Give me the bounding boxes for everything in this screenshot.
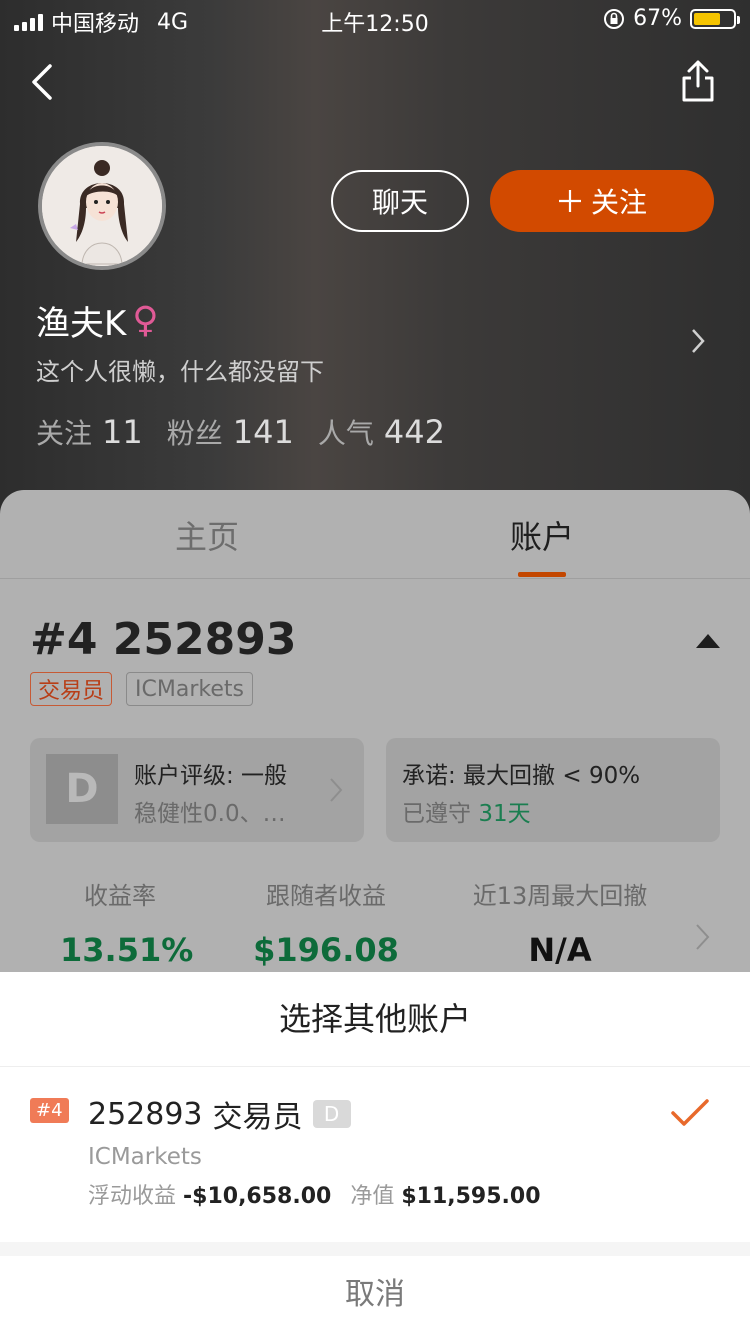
avatar[interactable] xyxy=(38,142,166,270)
rating-detail: 稳健性0.0、… xyxy=(134,801,286,827)
chat-button[interactable]: 聊天 xyxy=(331,170,469,232)
account-title: #4 252893 xyxy=(30,614,297,665)
rotation-lock-icon xyxy=(604,8,625,29)
rank-badge: #4 xyxy=(30,1098,69,1123)
popularity-count: 442 xyxy=(383,413,445,451)
checkmark-icon xyxy=(671,1099,709,1126)
account-number: 252893 xyxy=(88,1096,203,1132)
plus-icon xyxy=(558,190,581,212)
account-picker-sheet: 选择其他账户 #4 252893 交易员 D ICMarkets 浮动收益 -$… xyxy=(0,972,750,1334)
popularity-label: 人气 xyxy=(317,417,374,450)
promise-card[interactable]: 承诺: 最大回撤 < 90% 已遵守 31天 xyxy=(386,738,720,842)
metric-label: 跟随者收益 xyxy=(266,882,386,910)
fans-label: 粉丝 xyxy=(166,417,223,450)
user-bio: 这个人很懒，什么都没留下 xyxy=(36,358,324,386)
equity-value: $11,595.00 xyxy=(401,1184,541,1209)
float-label: 浮动收益 xyxy=(88,1184,177,1209)
grade-badge: D xyxy=(312,1100,351,1128)
avatar-illustration xyxy=(42,146,162,266)
role-tag: 交易员 xyxy=(30,672,113,706)
account-option[interactable]: #4 252893 交易员 D ICMarkets 浮动收益 -$10,658.… xyxy=(0,1066,750,1256)
account-role: 交易员 xyxy=(212,1100,303,1135)
tab-account[interactable]: 账户 xyxy=(510,512,574,558)
following-count[interactable]: 11 xyxy=(102,413,143,451)
account-broker: ICMarkets xyxy=(88,1144,202,1170)
tab-bar: 主页 账户 xyxy=(0,490,750,579)
user-name-row: 渔夫K ♀ xyxy=(36,296,159,345)
active-tab-indicator xyxy=(518,572,566,577)
follow-button-label: 关注 xyxy=(590,186,647,219)
metric-value: 13.51% xyxy=(60,931,194,969)
promise-prefix: 已遵守 xyxy=(402,801,471,827)
chevron-right-icon[interactable] xyxy=(688,326,708,356)
metric-value: N/A xyxy=(528,931,592,969)
cancel-button[interactable]: 取消 xyxy=(0,1256,750,1334)
metric-value: $196.08 xyxy=(253,931,399,969)
account-figures: 浮动收益 -$10,658.00 净值 $11,595.00 xyxy=(88,1178,553,1210)
profile-header: 中国移动 4G 上午12:50 67% 聊天 关注 渔夫K ♀ 这个人很懒，什么… xyxy=(0,0,750,520)
metric-max-drawdown: 近13周最大回撤 N/A xyxy=(460,876,660,969)
account-rating-card[interactable]: D 账户评级: 一般 稳健性0.0、… xyxy=(30,738,364,842)
account-option-title: 252893 交易员 D xyxy=(88,1092,351,1136)
user-name: 渔夫K xyxy=(36,304,127,344)
share-icon[interactable] xyxy=(678,58,718,104)
broker-tag: ICMarkets xyxy=(126,672,253,706)
metric-return: 收益率 13.51% xyxy=(60,876,194,969)
chat-button-label: 聊天 xyxy=(371,186,428,219)
battery-percent: 67% xyxy=(633,6,682,31)
status-bar: 中国移动 4G 上午12:50 67% xyxy=(0,0,750,40)
female-icon: ♀ xyxy=(132,300,159,341)
fans-count[interactable]: 141 xyxy=(233,413,294,451)
collapse-arrow-icon[interactable] xyxy=(696,634,720,648)
grade-badge: D xyxy=(46,754,118,824)
promise-days: 31天 xyxy=(478,801,531,827)
user-stats: 关注 11 粉丝 141 人气 442 xyxy=(36,412,459,452)
metric-label: 近13周最大回撤 xyxy=(472,882,648,910)
promise-status: 已遵守 31天 xyxy=(402,794,531,828)
follow-button[interactable]: 关注 xyxy=(490,170,714,232)
following-label: 关注 xyxy=(36,417,93,450)
sheet-title: 选择其他账户 xyxy=(0,972,750,1067)
tab-home[interactable]: 主页 xyxy=(175,512,239,558)
promise-title: 承诺: 最大回撤 < 90% xyxy=(402,763,641,789)
chevron-right-icon[interactable] xyxy=(694,922,712,952)
metric-label: 收益率 xyxy=(84,882,156,910)
float-value: -$10,658.00 xyxy=(183,1184,332,1209)
chevron-right-icon xyxy=(330,778,343,802)
equity-label: 净值 xyxy=(350,1184,395,1209)
battery-icon xyxy=(690,8,740,29)
rating-title: 账户评级: 一般 xyxy=(134,763,288,789)
back-arrow-icon[interactable] xyxy=(26,60,66,104)
metric-follower-profit: 跟随者收益 $196.08 xyxy=(246,876,406,969)
